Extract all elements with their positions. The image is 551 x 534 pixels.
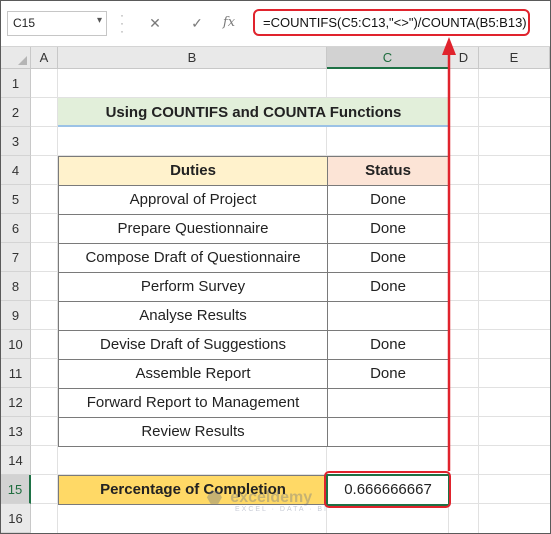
arrow-head	[442, 37, 456, 55]
excel-window: C15 ▾ · · · ✕ ✓ fx =COUNTIFS(C5:C13,"<>")/…	[0, 0, 551, 534]
exceldemy-logo-icon: ⬣	[207, 488, 222, 507]
watermark: ⬣ exceldemy EXCEL · DATA · BI	[207, 488, 328, 513]
watermark-tagline: EXCEL · DATA · BI	[235, 506, 328, 513]
watermark-name: exceldemy	[230, 489, 313, 506]
annotation-arrow	[442, 37, 456, 471]
